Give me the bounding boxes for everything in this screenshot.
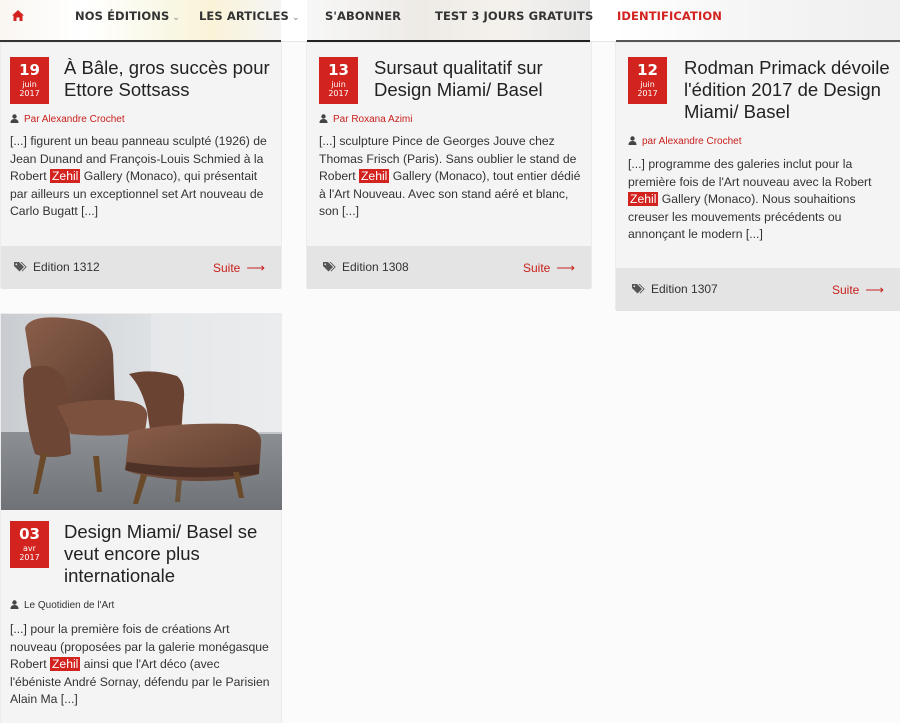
nav-identification[interactable]: IDENTIFICATION [617,0,722,32]
article-author: Par Roxana Azimi [319,114,412,125]
article-card: 03 avr 2017 Design Miami/ Basel se veut … [0,313,282,723]
user-icon [628,136,637,145]
date-day: 19 [19,61,40,79]
excerpt-text: Gallery (Monaco). Nous souhaitions creus… [628,192,856,242]
nav-label: NOS ÉDITIONS [75,9,170,23]
read-more-label: Suite [832,283,860,297]
article-author: par Alexandre Crochet [628,136,742,147]
date-year: 2017 [637,89,658,98]
home-icon [12,10,24,21]
edition-link[interactable]: Edition 1308 [342,260,409,274]
article-card: 12 juin 2017 Rodman Primack dévoile l'éd… [615,42,900,311]
edition-link[interactable]: Edition 1307 [651,282,718,296]
article-title[interactable]: À Bâle, gros succès pour Ettore Sottsass [64,57,273,101]
article-card: 19 juin 2017 À Bâle, gros succès pour Et… [0,42,282,289]
card-footer: Edition 1308 Suite ⟶ [307,246,591,289]
read-more-link[interactable]: Suite ⟶ [523,260,575,276]
search-highlight: Zehil [628,192,659,207]
article-excerpt: [...] sculpture Pince de Georges Jouve c… [319,133,581,221]
arrow-right-icon: ⟶ [865,282,884,297]
edition-link[interactable]: Edition 1312 [33,260,100,274]
nav-label: LES ARTICLES [199,9,289,23]
read-more-label: Suite [523,261,551,275]
date-badge: 03 avr 2017 [10,521,49,568]
nav-free-trial[interactable]: TEST 3 JOURS GRATUITS [435,0,593,32]
article-title[interactable]: Design Miami/ Basel se veut encore plus … [64,521,273,587]
card-footer: Edition 1312 Suite ⟶ [1,246,281,289]
article-card: 13 juin 2017 Sursaut qualitatif sur Desi… [306,42,592,289]
search-highlight: Zehil [358,169,390,184]
article-author: Par Alexandre Crochet [10,114,125,125]
date-badge: 19 juin 2017 [10,57,49,104]
excerpt-text: [...] programme des galeries inclut pour… [628,157,872,189]
search-highlight: Zehil [49,169,81,184]
top-navigation: NOS ÉDITIONS ⌄ LES ARTICLES ⌄ S'ABONNER TE… [0,0,900,42]
date-day: 13 [328,61,349,79]
date-year: 2017 [19,89,40,98]
article-excerpt: [...] figurent un beau panneau sculpté (… [10,133,271,221]
date-month: juin [640,80,655,89]
date-month: juin [22,80,37,89]
chevron-down-icon: ⌄ [291,13,300,23]
author-name[interactable]: Le Quotidien de l'Art [24,600,114,611]
user-icon [10,114,19,123]
date-month: juin [331,80,346,89]
home-nav-link[interactable] [12,0,26,32]
read-more-link[interactable]: Suite ⟶ [213,260,265,276]
article-title[interactable]: Sursaut qualitatif sur Design Miami/ Bas… [374,57,583,101]
author-name[interactable]: Par Roxana Azimi [333,114,412,125]
arrow-right-icon: ⟶ [246,260,265,275]
arrow-right-icon: ⟶ [556,260,575,275]
date-year: 2017 [19,553,40,562]
nav-sabonner[interactable]: S'ABONNER [325,0,401,32]
date-month: avr [23,544,36,553]
date-badge: 12 juin 2017 [628,57,667,104]
card-footer: Edition 1307 Suite ⟶ [616,268,900,311]
user-icon [319,114,328,123]
article-excerpt: [...] programme des galeries inclut pour… [628,156,886,244]
card-image-edge [0,40,281,42]
nav-nos-editions[interactable]: NOS ÉDITIONS ⌄ [75,0,180,32]
date-day: 03 [19,525,40,543]
card-image-edge [307,40,590,42]
read-more-link[interactable]: Suite ⟶ [832,282,884,298]
date-badge: 13 juin 2017 [319,57,358,104]
author-name[interactable]: Par Alexandre Crochet [24,114,125,125]
tags-icon [323,262,336,272]
date-year: 2017 [328,89,349,98]
tags-icon [632,284,645,294]
author-name[interactable]: par Alexandre Crochet [642,136,742,147]
tags-icon [14,262,27,272]
armchair-photo [1,314,282,510]
nav-les-articles[interactable]: LES ARTICLES ⌄ [199,0,300,32]
card-image-edge [616,40,900,42]
chevron-down-icon: ⌄ [172,13,181,23]
article-image[interactable] [1,314,282,510]
article-excerpt: [...] pour la première fois de créations… [10,621,271,709]
read-more-label: Suite [213,261,241,275]
user-icon [10,600,19,609]
date-day: 12 [637,61,658,79]
search-highlight: Zehil [49,657,81,672]
article-title[interactable]: Rodman Primack dévoile l'édition 2017 de… [684,57,894,123]
article-author: Le Quotidien de l'Art [10,600,114,611]
